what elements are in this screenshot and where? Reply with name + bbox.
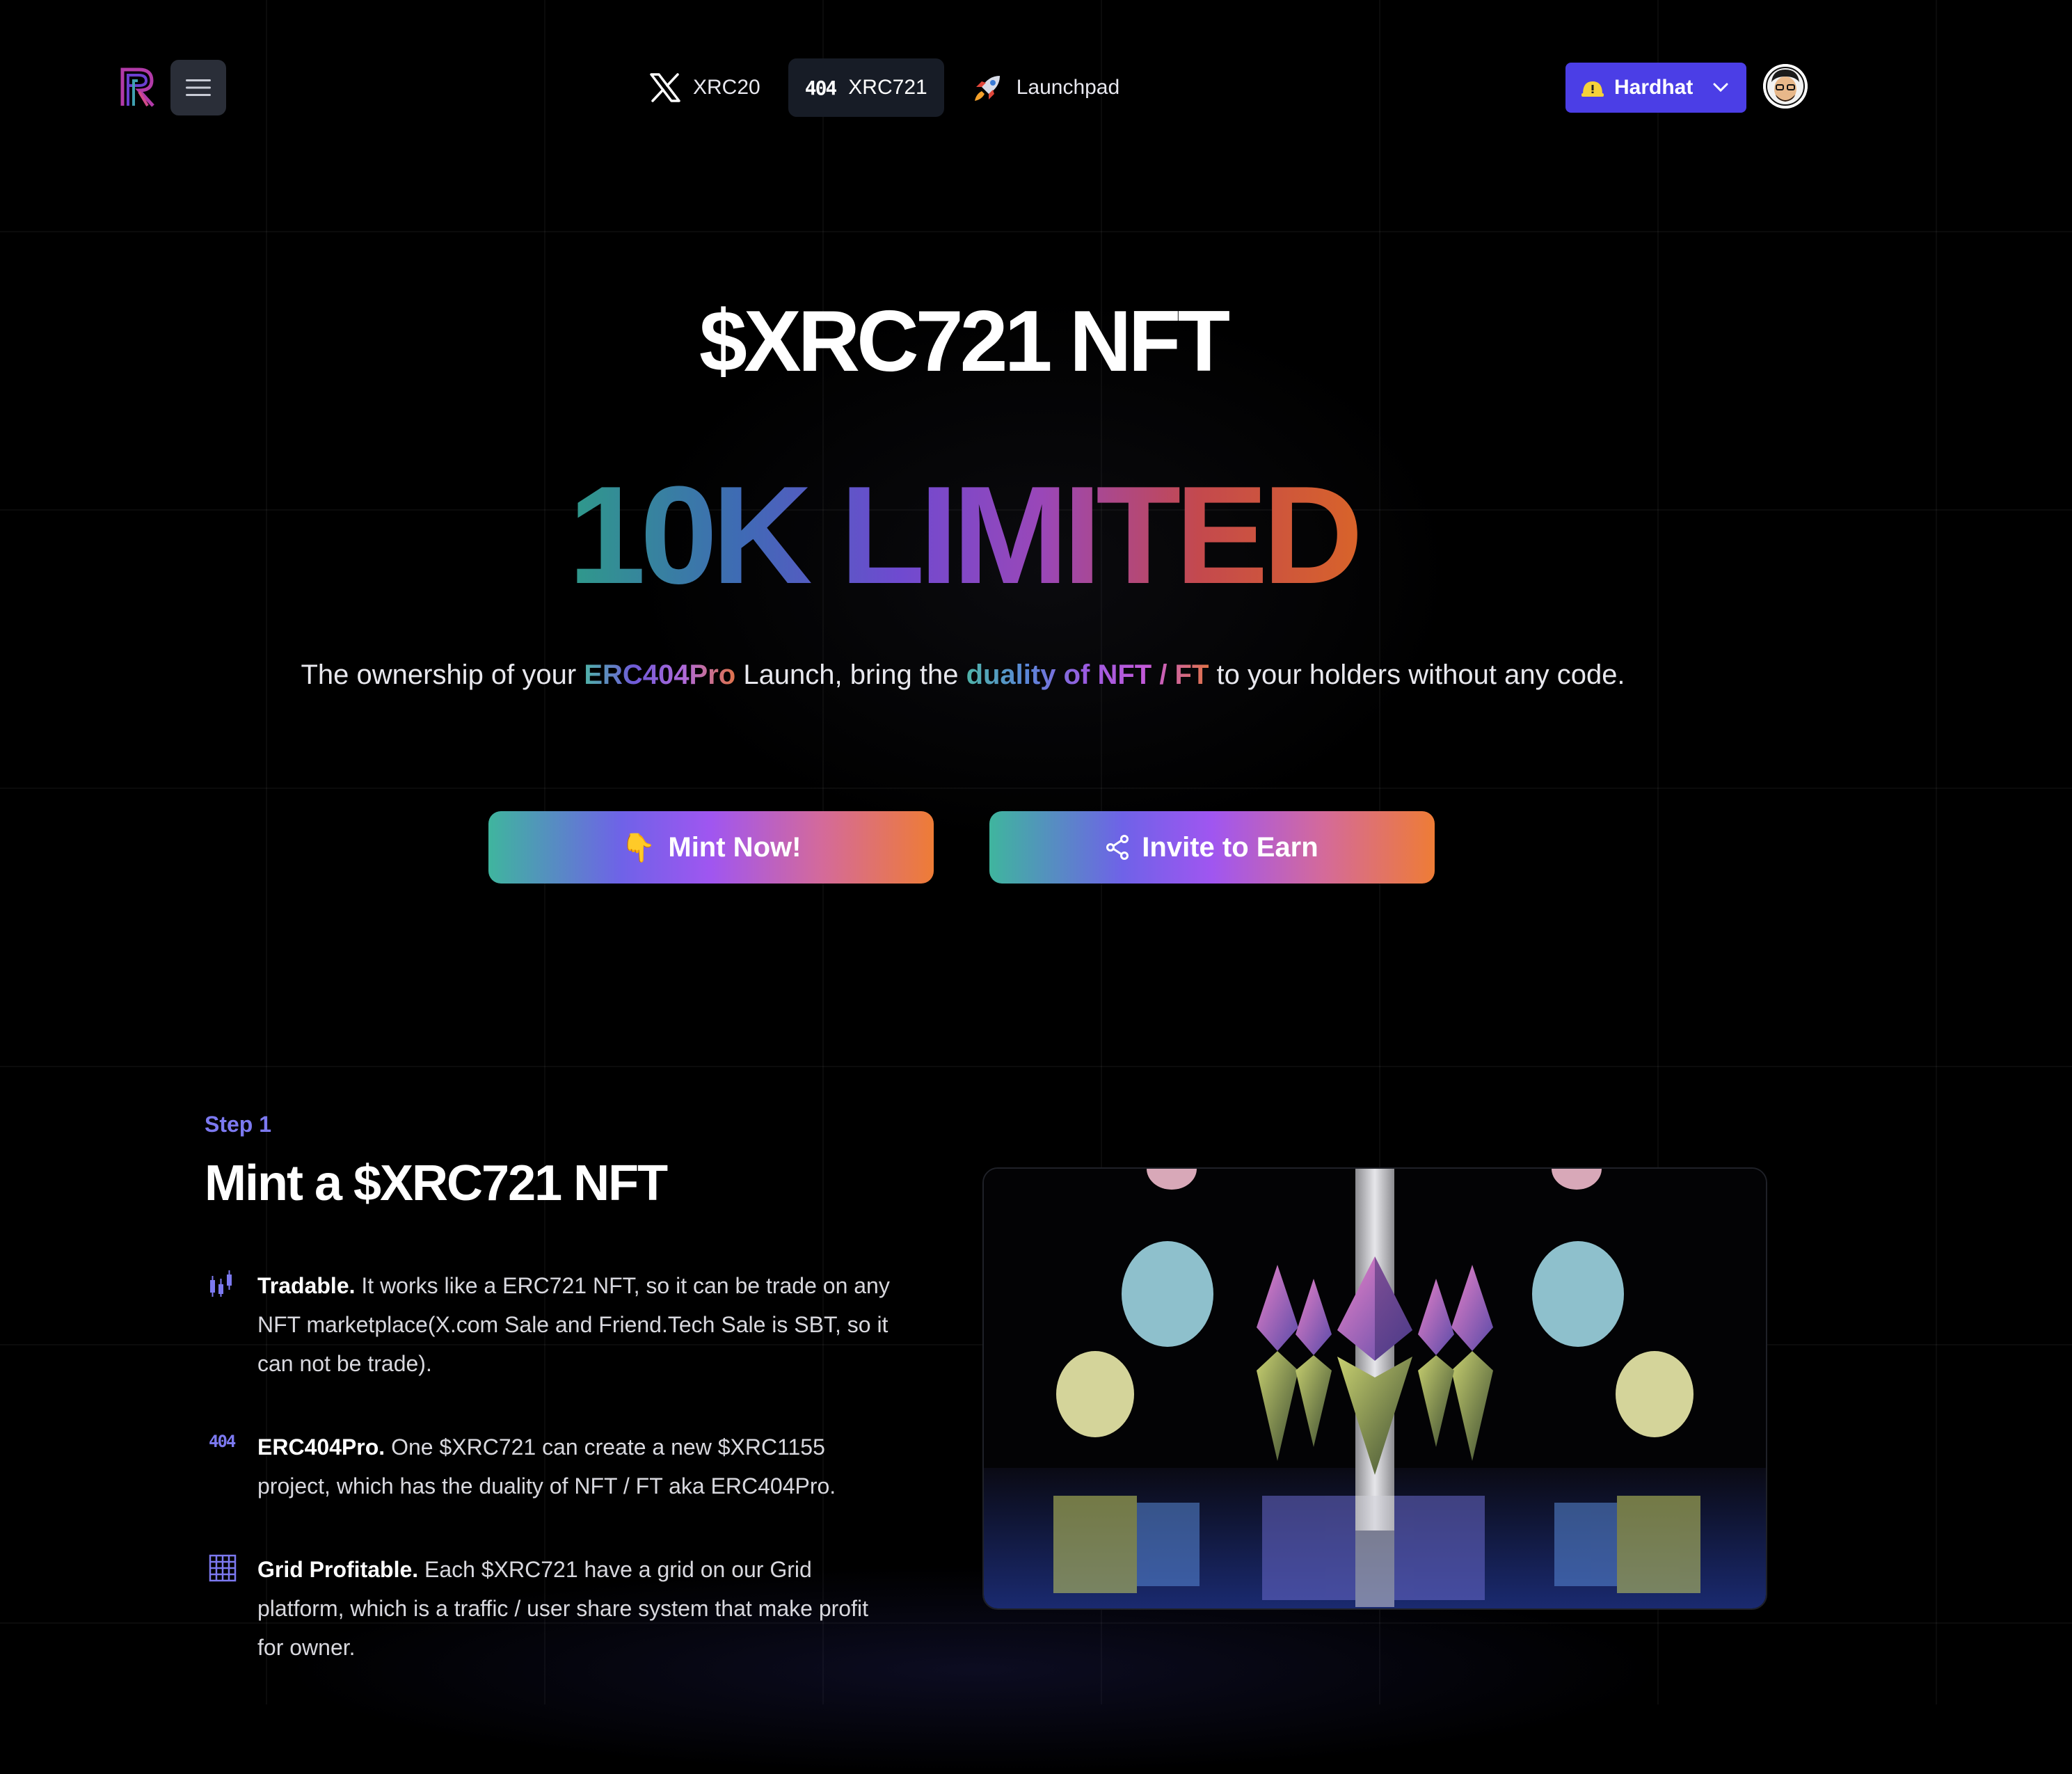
feature-tradable: Tradable. It works like a ERC721 NFT, so… [209, 1266, 891, 1383]
tagline-part-1: The ownership of your [301, 660, 584, 690]
feature-title-tradable: Tradable. [257, 1273, 356, 1298]
tagline: The ownership of your ERC404Pro Launch, … [0, 660, 1926, 691]
network-select[interactable]: Hardhat [1565, 63, 1746, 113]
tagline-part-3: to your holders without any code. [1209, 660, 1625, 690]
nft-artwork [982, 1167, 1767, 1610]
invite-to-earn-button[interactable]: Invite to Earn [989, 811, 1435, 884]
nav-label-xrc721: XRC721 [848, 76, 927, 99]
main-nav: XRC20 404 XRC721 Launchpad [633, 58, 1136, 117]
nav-item-xrc721[interactable]: 404 XRC721 [788, 58, 944, 117]
rocket-icon [974, 76, 1000, 101]
headline-text: 10K LIMITED [568, 458, 1363, 613]
feature-grid-profitable: Grid Profitable. Each $XRC721 have a gri… [209, 1550, 891, 1667]
pointing-down-icon: 👇 [621, 832, 656, 863]
grid-icon [209, 1554, 237, 1582]
mint-now-label: Mint Now! [668, 831, 802, 863]
nav-item-xrc20[interactable]: XRC20 [633, 58, 777, 117]
404-icon: 404 [209, 1432, 236, 1451]
tagline-highlight-duality: duality of NFT / FT [966, 660, 1209, 690]
chevron-down-icon [1713, 83, 1728, 93]
candlestick-chart-icon [210, 1270, 232, 1297]
feature-erc404pro: 404 ERC404Pro. One $XRC721 can create a … [209, 1428, 891, 1505]
tagline-part-2: Launch, bring the [735, 660, 966, 690]
menu-button[interactable] [170, 60, 226, 115]
headline: 10K LIMITED [0, 456, 1926, 616]
404-icon: 404 [804, 76, 838, 99]
hamburger-icon [186, 79, 211, 96]
nav-item-launchpad[interactable]: Launchpad [955, 58, 1136, 117]
tagline-highlight-erc404pro: ERC404Pro [584, 660, 736, 690]
nav-label-launchpad: Launchpad [1016, 76, 1120, 99]
feature-title-erc404pro: ERC404Pro. [257, 1435, 385, 1460]
feature-title-grid-profitable: Grid Profitable. [257, 1557, 419, 1582]
network-label: Hardhat [1614, 76, 1694, 99]
mint-now-button[interactable]: 👇 Mint Now! [488, 811, 934, 884]
page-title: $XRC721 NFT [699, 294, 1230, 390]
invite-to-earn-label: Invite to Earn [1142, 831, 1318, 863]
x-logo-icon [650, 73, 680, 102]
avatar[interactable] [1763, 64, 1808, 109]
step-title: Mint a $XRC721 NFT [205, 1156, 668, 1211]
app-logo[interactable] [118, 67, 157, 107]
step-label: Step 1 [205, 1112, 272, 1137]
share-icon [1106, 835, 1129, 860]
nav-label-xrc20: XRC20 [693, 76, 760, 99]
hardhat-warning-icon [1581, 81, 1604, 97]
